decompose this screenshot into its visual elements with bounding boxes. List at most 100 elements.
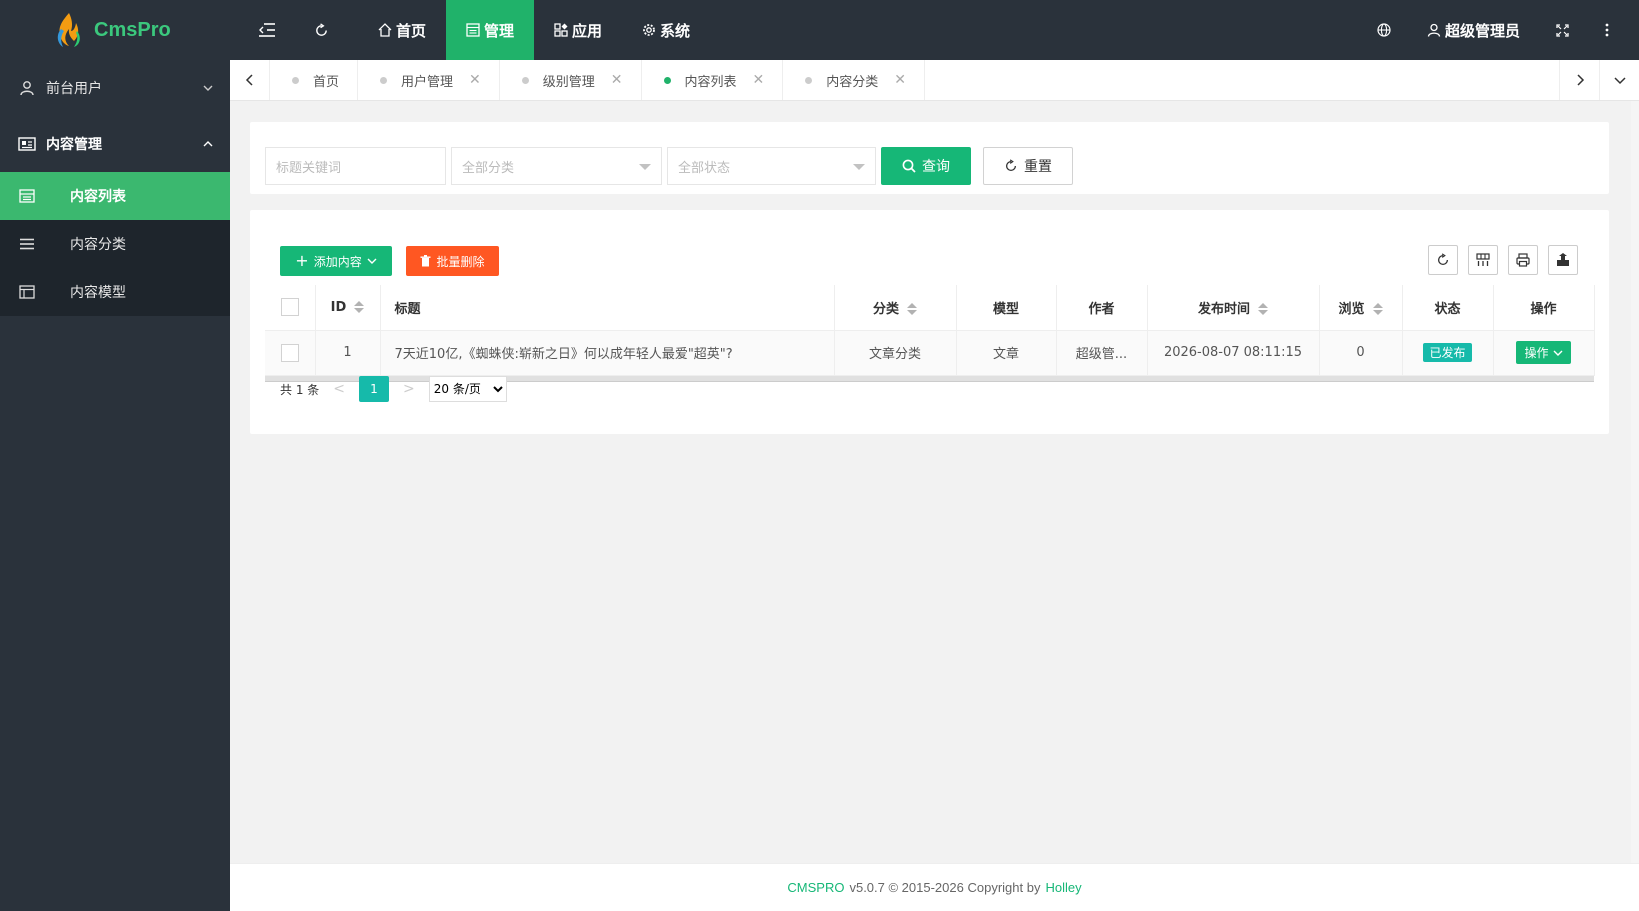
sidebar-item-content-category[interactable]: 内容分类 xyxy=(0,220,230,268)
close-icon[interactable]: ✕ xyxy=(894,72,906,88)
keyword-input[interactable]: 标题关键词 xyxy=(265,147,446,185)
cell-author: 超级管... xyxy=(1056,330,1148,376)
nav-apps[interactable]: 应用 xyxy=(534,0,622,60)
row-checkbox[interactable] xyxy=(280,343,299,362)
language-button[interactable] xyxy=(1359,0,1409,60)
footer-author-link[interactable]: Holley xyxy=(1045,880,1081,895)
more-menu-button[interactable] xyxy=(1587,0,1639,60)
sidebar: CmsPro 前台用户 内容管理 内容列表 内容分类 内容模型 xyxy=(0,0,230,911)
export-icon xyxy=(1557,253,1569,266)
column-header-actions: 操作 xyxy=(1493,285,1595,331)
chevron-up-icon xyxy=(203,141,213,147)
status-badge: 已发布 xyxy=(1423,343,1472,362)
sidebar-group-content-management[interactable]: 内容管理 xyxy=(0,116,230,172)
chevron-down-icon xyxy=(1613,77,1626,85)
sort-icon[interactable] xyxy=(907,303,917,316)
refresh-icon[interactable] xyxy=(294,0,348,60)
pager-total: 共 1 条 xyxy=(280,382,320,397)
batch-delete-label: 批量删除 xyxy=(436,254,485,269)
row-action-label: 操作 xyxy=(1524,346,1549,360)
collapse-sidebar-icon[interactable] xyxy=(240,0,294,60)
user-icon xyxy=(1427,23,1441,37)
select-all-cell xyxy=(265,285,316,331)
sort-icon[interactable] xyxy=(1372,303,1383,316)
tabs-scroll-right[interactable] xyxy=(1559,60,1599,100)
tab-label: 内容分类 xyxy=(826,74,879,90)
tab-user-management[interactable]: 用户管理 ✕ xyxy=(358,60,500,100)
caret-down-icon xyxy=(853,164,865,170)
top-right-tools: 超级管理员 xyxy=(1359,0,1639,60)
close-icon[interactable]: ✕ xyxy=(469,72,481,88)
page-size-select[interactable]: 20 条/页 xyxy=(428,376,507,402)
footer-brand-link[interactable]: CMSPRO xyxy=(787,880,844,895)
page-vertical-scrollbar[interactable] xyxy=(1631,101,1639,863)
tab-content-list[interactable]: 内容列表 ✕ xyxy=(642,60,784,100)
prev-page-icon[interactable]: < xyxy=(333,381,345,397)
more-vertical-icon xyxy=(1605,23,1609,37)
user-icon xyxy=(18,79,36,97)
sidebar-item-content-model[interactable]: 内容模型 xyxy=(0,268,230,316)
top-navbar: 首页 管理 应用 系统 超级管理员 xyxy=(230,0,1639,60)
sidebar-item-content-list[interactable]: 内容列表 xyxy=(0,172,230,220)
column-header-views[interactable]: 浏览 xyxy=(1319,285,1403,331)
tab-content-category[interactable]: 内容分类 ✕ xyxy=(783,60,926,100)
column-header-model: 模型 xyxy=(956,285,1057,331)
sort-icon[interactable] xyxy=(1258,303,1268,316)
tabs-scroll-left[interactable] xyxy=(230,60,270,100)
nav-manage[interactable]: 管理 xyxy=(446,0,535,60)
column-header-category[interactable]: 分类 xyxy=(834,285,957,331)
column-header-publish-time[interactable]: 发布时间 xyxy=(1147,285,1320,331)
trash-icon xyxy=(420,255,431,267)
sidebar-group-label: 前台用户 xyxy=(46,81,102,97)
gear-icon xyxy=(643,24,655,36)
apps-icon xyxy=(554,23,568,37)
select-all-checkbox[interactable] xyxy=(280,298,299,317)
logo[interactable]: CmsPro xyxy=(0,0,230,60)
sidebar-group-label: 内容管理 xyxy=(46,137,102,153)
nav-system[interactable]: 系统 xyxy=(622,0,710,60)
column-filter-button[interactable] xyxy=(1468,245,1498,275)
sidebar-group-frontend-users[interactable]: 前台用户 xyxy=(0,60,230,116)
tabs-menu-dropdown[interactable] xyxy=(1599,60,1639,100)
home-icon xyxy=(378,23,392,37)
refresh-icon xyxy=(1437,253,1449,266)
category-placeholder: 全部分类 xyxy=(462,160,515,176)
user-menu[interactable]: 超级管理员 xyxy=(1409,0,1538,60)
sort-icon[interactable] xyxy=(354,301,365,314)
nav-label: 系统 xyxy=(660,21,691,40)
nav-home[interactable]: 首页 xyxy=(358,0,446,60)
add-content-button[interactable]: + 添加内容 xyxy=(280,246,392,276)
column-header-title: 标题 xyxy=(380,285,835,331)
user-name: 超级管理员 xyxy=(1444,21,1520,40)
tab-dot xyxy=(292,76,299,84)
search-icon xyxy=(902,159,916,173)
reset-button[interactable]: 重置 xyxy=(983,147,1073,185)
status-placeholder: 全部状态 xyxy=(678,160,731,176)
cell-status: 已发布 xyxy=(1402,330,1494,376)
status-select[interactable]: 全部状态 xyxy=(667,147,876,185)
cell-views: 0 xyxy=(1319,330,1403,376)
current-page-button[interactable]: 1 xyxy=(359,376,389,402)
tab-label: 内容列表 xyxy=(684,74,737,90)
print-button[interactable] xyxy=(1508,245,1538,275)
fullscreen-button[interactable] xyxy=(1538,0,1587,60)
query-button[interactable]: 查询 xyxy=(881,147,971,185)
category-select[interactable]: 全部分类 xyxy=(451,147,662,185)
table-refresh-button[interactable] xyxy=(1428,245,1458,275)
tab-home[interactable]: 首页 xyxy=(270,60,359,100)
cell-model: 文章 xyxy=(956,330,1057,376)
pagination: 共 1 条 < 1 > 20 条/页 xyxy=(280,376,507,402)
print-icon xyxy=(1516,253,1530,267)
next-page-icon[interactable]: > xyxy=(403,381,415,397)
column-header-id[interactable]: ID xyxy=(315,285,381,331)
row-action-dropdown[interactable]: 操作 xyxy=(1516,341,1571,364)
menu-lines-icon xyxy=(18,235,36,253)
close-icon[interactable]: ✕ xyxy=(753,72,765,88)
tab-level-management[interactable]: 级别管理 ✕ xyxy=(500,60,642,100)
batch-delete-button[interactable]: 批量删除 xyxy=(406,246,499,276)
row-select-cell xyxy=(265,330,316,376)
export-button[interactable] xyxy=(1548,245,1578,275)
table-header-row: ID 标题 分类 模型 作者 发布时间 浏览 状态 操作 xyxy=(265,285,1595,331)
close-icon[interactable]: ✕ xyxy=(611,72,623,88)
cell-category: 文章分类 xyxy=(834,330,957,376)
